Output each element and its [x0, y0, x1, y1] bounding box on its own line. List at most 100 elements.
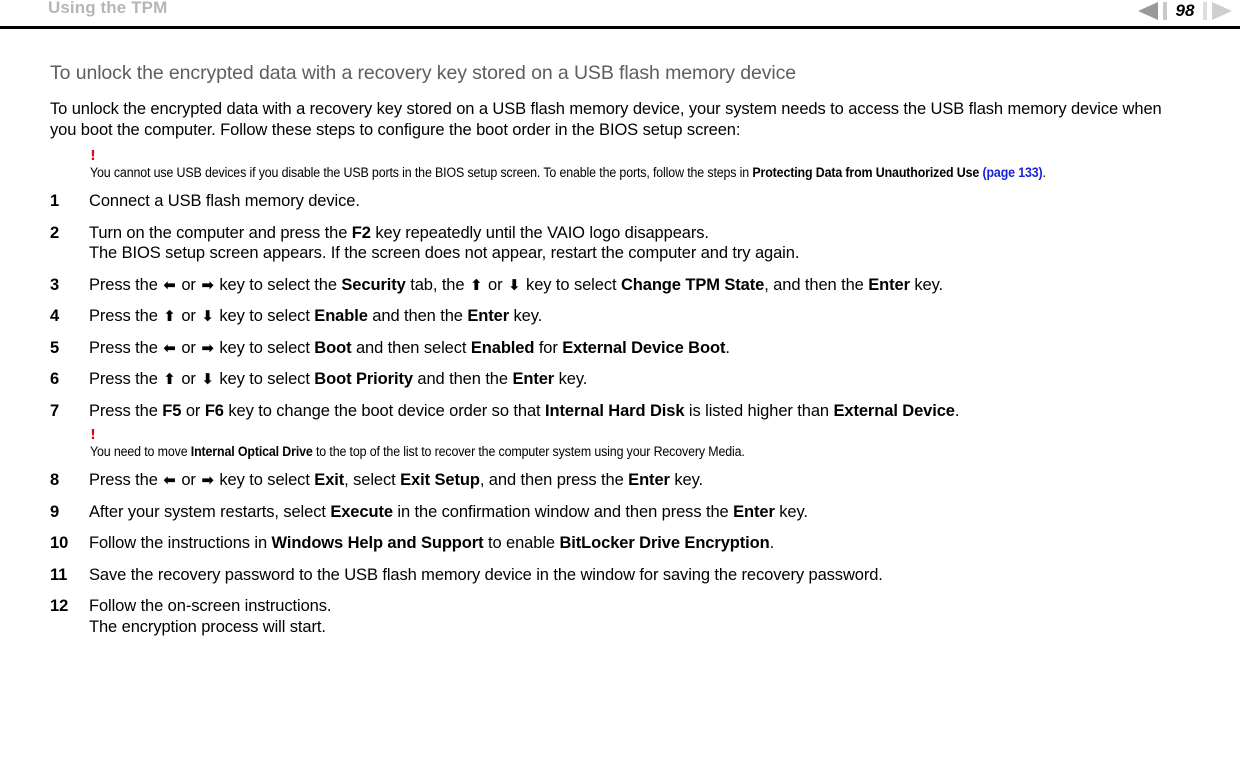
plain-text: . — [725, 338, 730, 357]
plain-text: and then the — [367, 307, 468, 326]
plain-text: key to select — [521, 275, 621, 294]
plain-text: Turn on the computer and press the — [89, 223, 352, 242]
step-number: 11 — [50, 565, 68, 584]
step-item: 2 Turn on the computer and press the F2 k… — [50, 223, 1192, 264]
step-text: Press the F5 or F6 key to change the boo… — [89, 401, 1192, 422]
caution-note-2-part1: You need to move — [90, 444, 191, 460]
plain-text: tab, the — [405, 275, 469, 294]
step-item: 4 Press the ⬆ or ⬇ key to select Enable a… — [50, 306, 1192, 327]
plain-text: Follow the on-screen instructions. — [89, 597, 332, 616]
emphasis-text: Internal Hard Disk — [545, 401, 685, 420]
step-sub-line: The encryption process will start. — [89, 617, 326, 636]
emphasis-text: Security — [341, 275, 406, 294]
arrow-key-icon: ⬅ — [163, 275, 176, 294]
plain-text: for — [534, 338, 563, 357]
next-page-icon[interactable] — [1212, 2, 1232, 20]
emphasis-text: Exit Setup — [400, 471, 480, 490]
step-item: 11 Save the recovery password to the USB … — [50, 565, 1192, 586]
step-number: 7 — [50, 401, 60, 420]
emphasis-text: Enter — [733, 502, 775, 521]
page-reference-link[interactable]: (page 133) — [982, 165, 1042, 180]
arrow-key-icon: ➡ — [201, 275, 214, 294]
caution-note-1-part1: You cannot use USB devices if you disabl… — [90, 165, 753, 181]
step-text: Press the ⬆ or ⬇ key to select Enable an… — [89, 306, 1192, 327]
plain-text: After your system restarts, select — [89, 502, 331, 521]
previous-page-bar-icon[interactable] — [1163, 2, 1167, 20]
caution-note-1-part2: . — [1042, 165, 1046, 181]
caution-note-2-text: You need to move Internal Optical Drive … — [90, 443, 1192, 460]
step-text: Press the ⬆ or ⬇ key to select Boot Prio… — [89, 369, 1192, 390]
plain-text: or — [483, 275, 507, 294]
plain-text: to enable — [483, 534, 560, 553]
step-number: 10 — [50, 534, 69, 553]
step-number: 5 — [50, 338, 60, 357]
caution-note-1-text: You cannot use USB devices if you disabl… — [90, 164, 1192, 181]
step-item: 6 Press the ⬆ or ⬇ key to select Boot Pri… — [50, 369, 1192, 390]
caution-icon: ! — [90, 428, 96, 444]
arrow-key-icon: ⬆ — [163, 307, 176, 326]
plain-text: in the confirmation window and then pres… — [392, 502, 734, 521]
plain-text: Press the — [89, 307, 163, 326]
plain-text: , select — [344, 471, 401, 490]
emphasis-text: Windows Help and Support — [271, 534, 484, 553]
plain-text: key to select — [214, 338, 315, 357]
emphasis-text: Boot Priority — [314, 370, 413, 389]
step-text: Connect a USB flash memory device. — [89, 191, 1192, 212]
page-content: To unlock the encrypted data with a reco… — [0, 29, 1240, 637]
emphasis-text: Enter — [868, 275, 910, 294]
step-number: 3 — [50, 275, 60, 294]
step-text: After your system restarts, select Execu… — [89, 502, 1192, 523]
step-number: 4 — [50, 307, 60, 326]
plain-text: or — [181, 401, 205, 420]
plain-text: or — [176, 338, 201, 357]
caution-icon: ! — [90, 149, 96, 165]
plain-text: . — [769, 534, 775, 553]
plain-text: or — [176, 275, 201, 294]
plain-text: Save the recovery password to the USB fl… — [89, 565, 883, 584]
arrow-key-icon: ⬅ — [163, 338, 176, 357]
page-number: 98 — [1175, 1, 1195, 20]
step-text: Press the ⬅ or ➡ key to select the Secur… — [89, 275, 1192, 296]
caution-note-2: ! You need to move Internal Optical Driv… — [50, 428, 1192, 460]
emphasis-text: F5 — [162, 401, 182, 420]
plain-text: is listed higher than — [684, 401, 834, 420]
step-number: 6 — [50, 370, 60, 389]
plain-text: or — [176, 307, 201, 326]
plain-text: Follow the instructions in — [89, 534, 272, 553]
step-item: 12 Follow the on-screen instructions. The … — [50, 596, 1192, 637]
emphasis-text: Boot — [314, 338, 352, 357]
caution-note-2-bold: Internal Optical Drive — [190, 444, 313, 460]
running-head-title: Using the TPM — [48, 0, 168, 17]
step-text: Follow the instructions in Windows Help … — [89, 533, 1192, 554]
caution-note-1: ! You cannot use USB devices if you disa… — [50, 149, 1192, 181]
page-title: To unlock the encrypted data with a reco… — [50, 62, 796, 84]
previous-page-icon[interactable] — [1138, 2, 1158, 20]
emphasis-text: Enter — [512, 370, 555, 389]
step-item: 7 Press the F5 or F6 key to change the bo… — [50, 401, 1192, 422]
plain-text: key repeatedly until the VAIO logo disap… — [370, 223, 709, 242]
plain-text: , and then the — [764, 275, 869, 294]
plain-text: key to select — [214, 471, 315, 490]
emphasis-text: Enabled — [470, 338, 535, 357]
plain-text: key. — [509, 307, 543, 326]
emphasis-text: Execute — [330, 502, 393, 521]
arrow-key-icon: ⬇ — [201, 370, 214, 389]
emphasis-text: F6 — [204, 401, 224, 420]
step-item: 8 Press the ⬅ or ➡ key to select Exit, se… — [50, 470, 1192, 491]
page-header: Using the TPM 98 — [0, 0, 1240, 26]
next-page-bar-icon[interactable] — [1203, 2, 1207, 20]
arrow-key-icon: ⬇ — [507, 275, 521, 294]
plain-text: key. — [774, 502, 808, 521]
steps-list-part-2: 8 Press the ⬅ or ➡ key to select Exit, se… — [50, 470, 1192, 637]
emphasis-text: External Device Boot — [562, 338, 726, 357]
plain-text: key to select the — [214, 275, 342, 294]
arrow-key-icon: ➡ — [201, 471, 214, 490]
caution-note-1-bold: Protecting Data from Unauthorized Use — [752, 165, 980, 181]
step-item: 3 Press the ⬅ or ➡ key to select the Secu… — [50, 275, 1192, 296]
page-navigation: 98 — [1138, 0, 1232, 22]
plain-text: key. — [669, 471, 703, 490]
step-number: 9 — [50, 502, 60, 521]
arrow-key-icon: ⬆ — [469, 275, 483, 294]
emphasis-text: F2 — [351, 223, 371, 242]
emphasis-text: Change TPM State — [620, 275, 765, 294]
